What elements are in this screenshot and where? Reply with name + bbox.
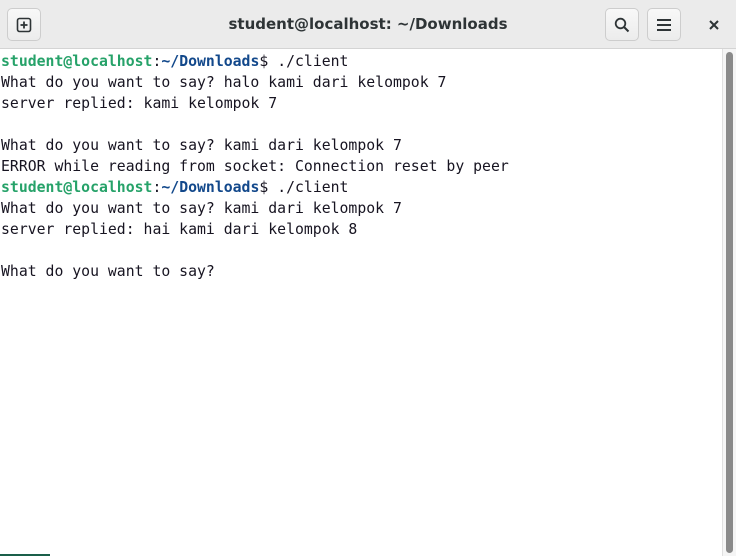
prompt-user-host: student@localhost bbox=[1, 179, 153, 196]
terminal-line-text: What do you want to say? kami dari kelom… bbox=[1, 137, 402, 154]
prompt-command: $ ./client bbox=[259, 179, 349, 196]
terminal-window: student@localhost: ~/Downloads student@l… bbox=[0, 0, 736, 556]
close-button[interactable] bbox=[697, 8, 730, 41]
prompt-path: ~/Downloads bbox=[161, 53, 260, 70]
terminal-line: server replied: kami kelompok 7 bbox=[1, 93, 722, 114]
prompt-path: ~/Downloads bbox=[161, 179, 260, 196]
terminal-prompt-line: student@localhost:~/Downloads$ ./client bbox=[1, 177, 722, 198]
menu-button[interactable] bbox=[647, 8, 681, 41]
terminal-line: What do you want to say? halo kami dari … bbox=[1, 72, 722, 93]
new-tab-icon bbox=[16, 17, 32, 32]
prompt-user-host: student@localhost bbox=[1, 53, 153, 70]
hamburger-menu-icon bbox=[657, 18, 671, 31]
terminal-line-text: ERROR while reading from socket: Connect… bbox=[1, 158, 509, 175]
terminal-line: What do you want to say? bbox=[1, 261, 722, 282]
search-button[interactable] bbox=[605, 8, 639, 41]
terminal-line: What do you want to say? kami dari kelom… bbox=[1, 135, 722, 156]
terminal-line-text: server replied: kami kelompok 7 bbox=[1, 95, 278, 112]
terminal-line-text: What do you want to say? kami dari kelom… bbox=[1, 200, 402, 217]
terminal-output[interactable]: student@localhost:~/Downloads$ ./client W… bbox=[0, 49, 722, 556]
prompt-command: $ ./client bbox=[259, 53, 349, 70]
new-tab-button[interactable] bbox=[7, 8, 41, 41]
terminal-line: server replied: hai kami dari kelompok 8 bbox=[1, 219, 722, 240]
terminal-prompt-line: student@localhost:~/Downloads$ ./client bbox=[1, 51, 722, 72]
close-icon bbox=[708, 19, 719, 30]
terminal-line: What do you want to say? kami dari kelom… bbox=[1, 198, 722, 219]
search-icon bbox=[614, 17, 630, 32]
terminal-line-text: What do you want to say? halo kami dari … bbox=[1, 74, 447, 91]
window-title: student@localhost: ~/Downloads bbox=[228, 15, 508, 33]
scrollbar[interactable] bbox=[722, 49, 736, 556]
terminal-line-text: server replied: hai kami dari kelompok 8 bbox=[1, 221, 358, 238]
terminal-line-text: What do you want to say? bbox=[1, 263, 224, 280]
title-bar: student@localhost: ~/Downloads bbox=[0, 0, 736, 49]
scrollbar-thumb[interactable] bbox=[726, 52, 733, 553]
terminal-line: ERROR while reading from socket: Connect… bbox=[1, 156, 722, 177]
